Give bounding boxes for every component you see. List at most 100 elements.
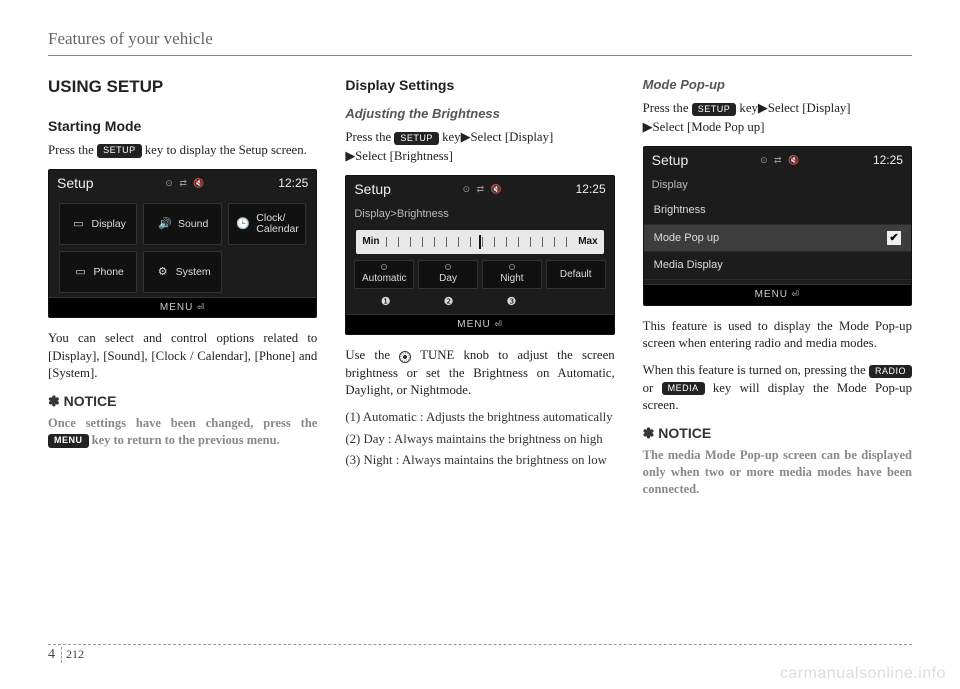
mode-label: Default: [560, 268, 592, 282]
setup-main-screenshot: Setup ⊙ ⇄ 🔇 12:25 ▭Display 🔊Sound 🕒Clock…: [48, 169, 317, 318]
text: Once settings have been changed, press t…: [48, 416, 317, 430]
mode-label: Day: [439, 272, 457, 286]
clock-icon: 🕒: [235, 216, 251, 232]
text: Press the: [643, 101, 692, 115]
list-label: Mode Pop up: [654, 231, 719, 246]
text: key: [439, 130, 461, 144]
tile-sound[interactable]: 🔊 Sound: [143, 203, 221, 245]
slider-max-label: Max: [578, 235, 597, 249]
radio-dot: [381, 264, 387, 270]
tile-label: Clock/ Calendar: [256, 213, 299, 234]
brightness-mode-list: (1) Automatic : Adjusts the bright­ness …: [345, 409, 614, 469]
slider-ticks: [386, 237, 573, 247]
callout-3: ❸: [480, 295, 543, 310]
section-number: 4: [48, 647, 62, 663]
text: Press the: [48, 143, 97, 157]
phone-icon: ▭: [73, 264, 89, 280]
brightness-slider[interactable]: Min Max: [356, 230, 603, 254]
text: key: [736, 101, 758, 115]
mode-automatic[interactable]: Automatic: [354, 260, 414, 290]
menu-bar[interactable]: MENU: [644, 284, 911, 305]
tile-clock[interactable]: 🕒 Clock/ Calendar: [228, 203, 306, 245]
breadcrumb: Display>Brightness: [346, 203, 613, 226]
mode-day[interactable]: Day: [418, 260, 478, 290]
mode-label: Night: [500, 272, 523, 286]
tile-phone[interactable]: ▭ Phone: [59, 251, 137, 293]
radio-key: RADIO: [869, 365, 912, 379]
heading-display-settings: Display Settings: [345, 76, 614, 95]
sound-icon: 🔊: [157, 216, 173, 232]
starting-mode-text: Press the SETUP key to display the Setup…: [48, 142, 317, 159]
brightness-instruction: Press the SETUP key▶Select [Display] ▶Se…: [345, 128, 614, 165]
notice-heading: ✽ NOTICE: [643, 424, 912, 443]
arrow-icon: ▶: [461, 129, 471, 144]
text: Select [Brightness]: [355, 149, 453, 163]
text: When this feature is turned on, pressing…: [643, 363, 869, 377]
brightness-screenshot: Setup ⊙ ⇄ 🔇 12:25 Display>Brightness Min…: [345, 175, 614, 336]
clock: 12:25: [278, 175, 308, 191]
mode-label: Automatic: [362, 272, 406, 286]
tune-knob-icon: [399, 351, 411, 363]
radio-dot: [445, 264, 451, 270]
notice-body: Once settings have been changed, press t…: [48, 415, 317, 449]
column-3: Mode Pop-up Press the SETUP key▶Select […: [643, 76, 912, 508]
media-key: MEDIA: [662, 382, 705, 396]
tile-system[interactable]: ⚙System: [143, 251, 221, 293]
notice-heading: ✽ NOTICE: [48, 392, 317, 411]
breadcrumb: Display: [644, 174, 911, 197]
heading-starting-mode: Starting Mode: [48, 117, 317, 136]
arrow-icon: ▶: [643, 119, 653, 134]
mode-night[interactable]: Night: [482, 260, 542, 290]
heading-adjusting-brightness: Adjusting the Brightness: [345, 105, 614, 123]
arrow-icon: ▶: [758, 100, 768, 115]
list-item-media-display[interactable]: Media Display: [644, 252, 911, 280]
tile-label: Display: [92, 217, 126, 231]
notice-body: The media Mode Pop-up screen can be disp…: [643, 447, 912, 498]
text: Select [Mode Pop up]: [653, 120, 765, 134]
callout-2: ❷: [417, 295, 480, 310]
menu-bar[interactable]: MENU: [346, 314, 613, 335]
column-1: USING SETUP Starting Mode Press the SETU…: [48, 76, 317, 508]
heading-using-setup: USING SETUP: [48, 76, 317, 99]
checkbox-checked-icon: ✔: [887, 231, 901, 245]
text: Select [Display]: [470, 130, 553, 144]
mode-popup-instruction: Press the SETUP key▶Select [Display] ▶Se…: [643, 99, 912, 136]
slider-min-label: Min: [362, 235, 379, 249]
tune-knob-text: Use the TUNE knob to adjust the screen b…: [345, 347, 614, 399]
list-item-mode-popup[interactable]: Mode Pop up ✔: [644, 225, 911, 253]
heading-mode-popup: Mode Pop-up: [643, 76, 912, 94]
list-label: Media Display: [654, 258, 723, 273]
tile-label: Phone: [94, 265, 124, 279]
callout-numbers: ❶ ❷ ❸: [346, 295, 613, 314]
display-list-screenshot: Setup ⊙ ⇄ 🔇 12:25 Display Brightness Mod…: [643, 146, 912, 306]
list-item: (1) Automatic : Adjusts the bright­ness …: [345, 409, 614, 426]
mode-default[interactable]: Default: [546, 260, 606, 290]
options-text: You can select and control options relat…: [48, 330, 317, 382]
list-item: (3) Night : Always maintains the brightn…: [345, 452, 614, 469]
text: key to display the Setup screen.: [142, 143, 307, 157]
menu-bar[interactable]: MENU: [49, 297, 316, 318]
menu-key: MENU: [48, 434, 89, 448]
tile-label: Sound: [178, 217, 208, 231]
radio-dot: [509, 264, 515, 270]
setup-key: SETUP: [394, 132, 439, 146]
columns: USING SETUP Starting Mode Press the SETU…: [48, 76, 912, 508]
page-number: 212: [66, 647, 84, 661]
list-item: (2) Day : Always maintains the bright­ne…: [345, 431, 614, 448]
tile-display[interactable]: ▭Display: [59, 203, 137, 245]
list-label: Brightness: [654, 203, 706, 218]
page-header: Features of your vehicle: [48, 28, 912, 56]
mode-popup-desc: This feature is used to display the Mode…: [643, 318, 912, 353]
page-footer: 4 212: [48, 644, 912, 663]
mode-popup-keys: When this feature is turned on, pressing…: [643, 362, 912, 414]
column-2: Display Settings Adjusting the Brightnes…: [345, 76, 614, 508]
text: Select [Display]: [768, 101, 851, 115]
setup-key: SETUP: [97, 144, 142, 158]
gear-icon: ⚙: [155, 264, 171, 280]
screen-title: Setup: [652, 151, 689, 170]
list-item-brightness[interactable]: Brightness: [644, 197, 911, 225]
status-icons: ⊙ ⇄ 🔇: [463, 183, 504, 195]
text: Use the: [345, 348, 399, 362]
text: or: [643, 381, 662, 395]
arrow-icon: ▶: [345, 148, 355, 163]
